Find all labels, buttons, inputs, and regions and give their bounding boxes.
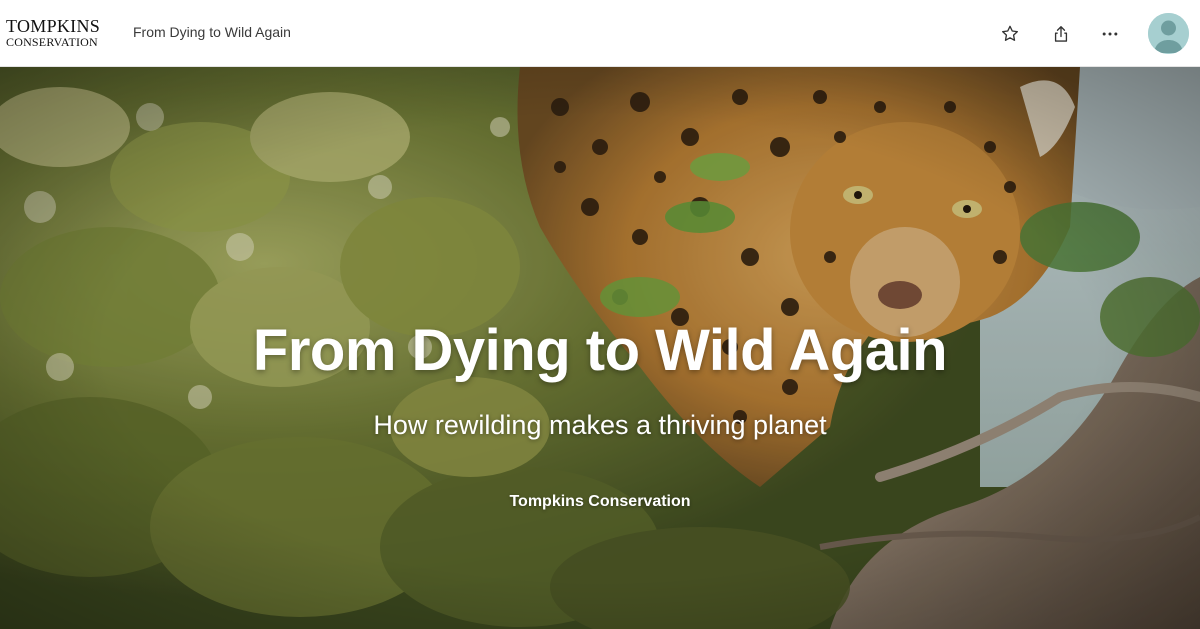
more-options-button[interactable] — [1094, 18, 1126, 50]
hero-cover: From Dying to Wild Again How rewilding m… — [0, 67, 1200, 629]
share-icon — [1054, 26, 1068, 42]
user-avatar-icon — [1148, 13, 1189, 54]
tompkins-conservation-logo[interactable]: TOMPKINS CONSERVATION — [6, 17, 114, 48]
user-avatar[interactable] — [1148, 13, 1189, 54]
top-bar: TOMPKINS CONSERVATION From Dying to Wild… — [0, 0, 1200, 67]
hero-subtitle: How rewilding makes a thriving planet — [373, 410, 827, 440]
favorite-button[interactable] — [994, 18, 1026, 50]
story-title: From Dying to Wild Again — [133, 24, 291, 40]
hero-title: From Dying to Wild Again — [252, 318, 948, 383]
hero-byline: Tompkins Conservation — [509, 493, 691, 510]
share-button[interactable] — [1045, 18, 1077, 50]
logo-line-1: TOMPKINS — [6, 16, 101, 36]
more-options-icon — [1102, 32, 1118, 36]
logo-line-2: CONSERVATION — [6, 35, 98, 49]
star-icon — [1002, 25, 1018, 41]
